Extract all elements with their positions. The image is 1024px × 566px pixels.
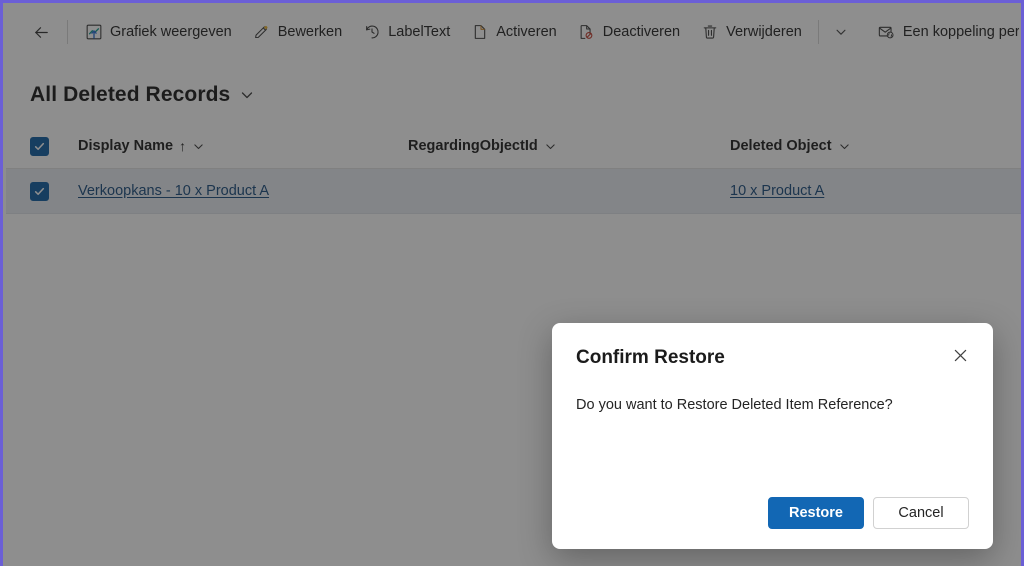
close-icon (952, 347, 969, 369)
app-window: Grafiek weergeven Bewerken LabelText (0, 0, 1024, 566)
cancel-button[interactable]: Cancel (873, 497, 969, 529)
dialog-message: Do you want to Restore Deleted Item Refe… (576, 397, 893, 413)
dialog-actions: Restore Cancel (768, 497, 969, 529)
dialog-header: Confirm Restore (576, 347, 969, 373)
close-button[interactable] (945, 343, 975, 373)
confirm-restore-dialog: Confirm Restore Do you want to Restore D… (552, 323, 993, 549)
restore-button[interactable]: Restore (768, 497, 864, 529)
dialog-title: Confirm Restore (576, 347, 725, 368)
